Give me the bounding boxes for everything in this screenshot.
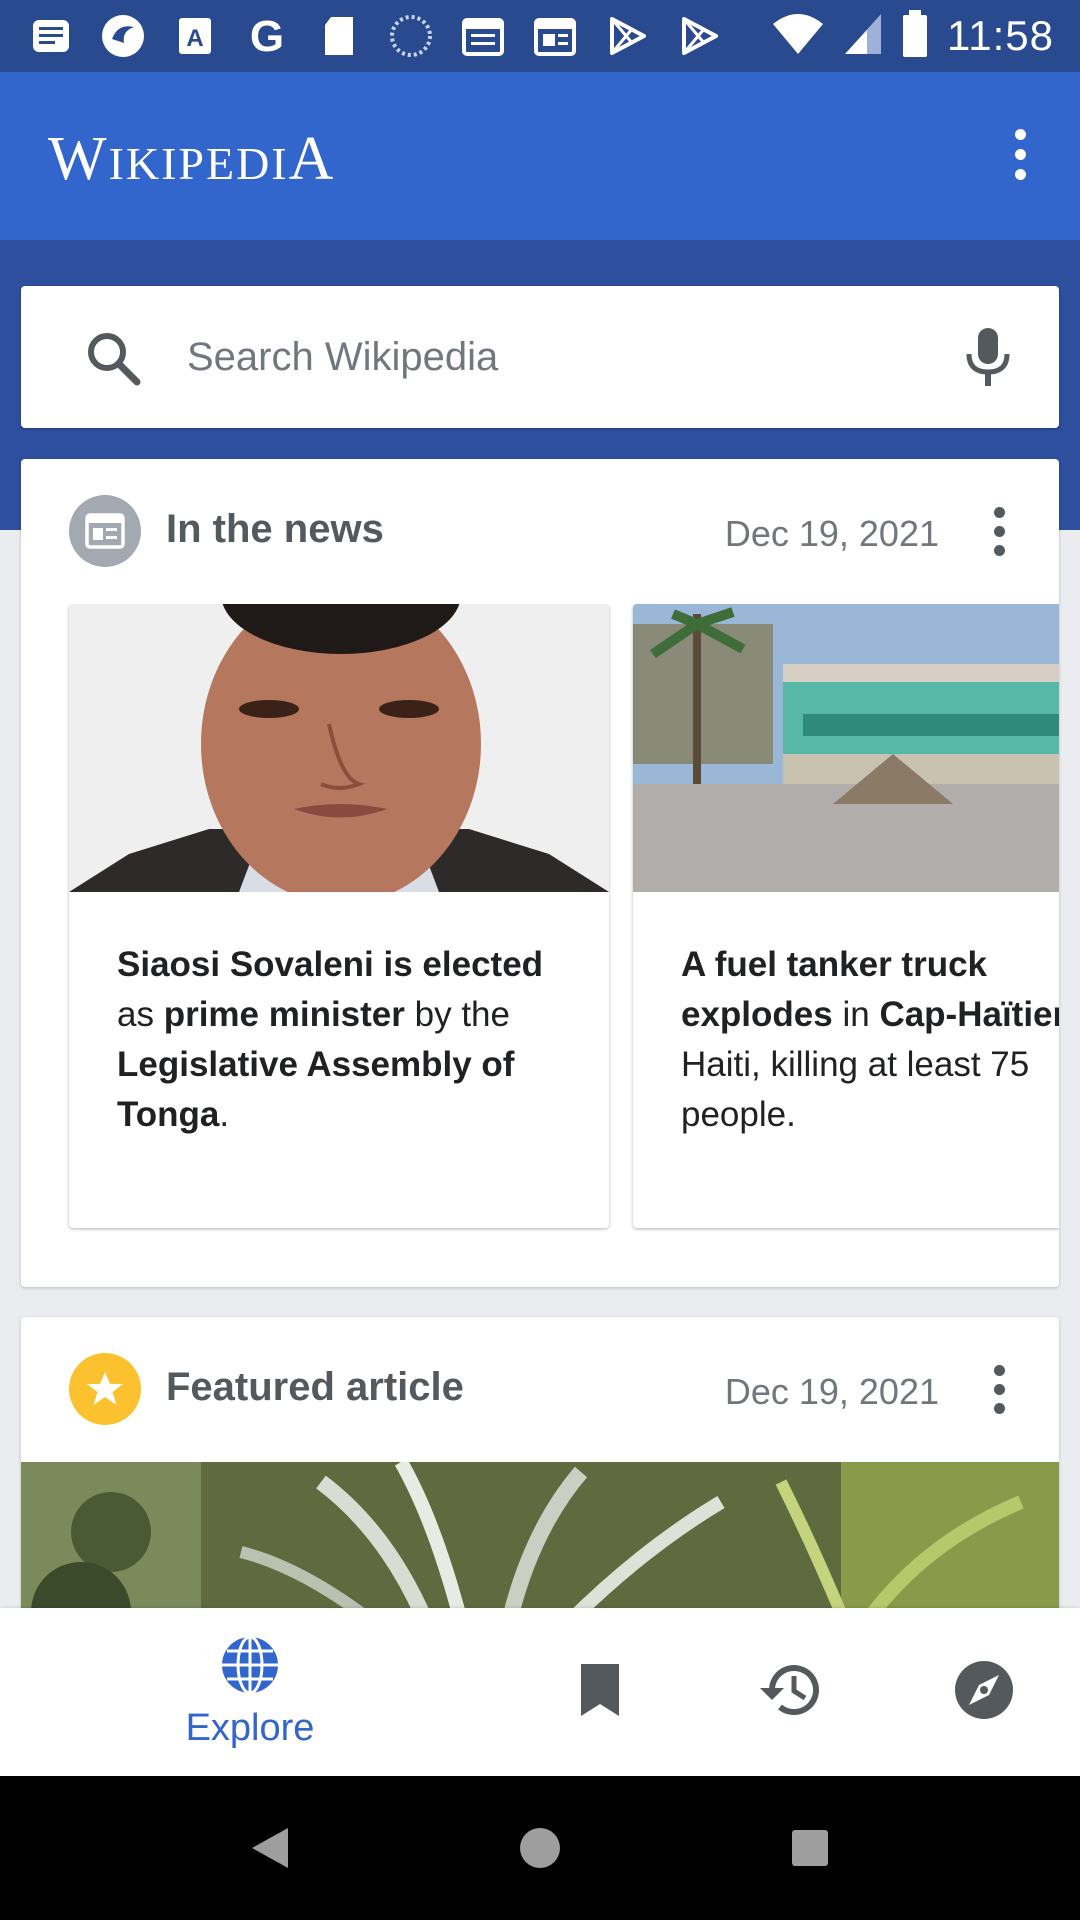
news-image [69, 604, 609, 892]
compass-icon [953, 1659, 1015, 1726]
text-icon: A [170, 13, 220, 59]
star-icon [69, 1353, 141, 1425]
back-icon[interactable] [238, 1816, 302, 1880]
google-icon: G [242, 13, 292, 59]
news-image [633, 604, 1059, 892]
tab-explore[interactable]: Explore [150, 1608, 350, 1776]
loading-icon [386, 13, 436, 59]
news-carousel[interactable]: Siaosi Sovaleni is elected as prime mini… [21, 604, 1059, 1244]
wifi-icon [771, 12, 825, 61]
play-store-icon [602, 13, 652, 59]
in-the-news-card: In the news Dec 19, 2021 Siaosi Sovaleni… [21, 459, 1059, 1287]
card-overflow-icon[interactable] [979, 1359, 1019, 1419]
card-header: In the news Dec 19, 2021 [21, 459, 1059, 607]
play-store-icon [674, 13, 724, 59]
app-bar: WIKIPEDIA [0, 72, 1080, 240]
news-item[interactable]: A fuel tanker truck explodes in Cap-Haït… [633, 604, 1059, 1228]
card-date: Dec 19, 2021 [724, 513, 939, 554]
recent-apps-icon[interactable] [778, 1816, 842, 1880]
news-icon [26, 13, 76, 59]
news-story: A fuel tanker truck explodes in Cap-Haït… [681, 945, 1059, 1134]
search-input[interactable] [187, 326, 947, 388]
tab-history[interactable] [750, 1608, 830, 1776]
status-bar: A G 11:58 [0, 0, 1080, 72]
news-story: Siaosi Sovaleni is elected as prime mini… [117, 945, 544, 1134]
bottom-navigation: Explore [0, 1608, 1080, 1776]
card-overflow-icon[interactable] [979, 501, 1019, 561]
overflow-menu-icon[interactable] [990, 124, 1050, 184]
search-bar[interactable] [21, 286, 1059, 428]
tab-saved[interactable] [560, 1608, 640, 1776]
card-date: Dec 19, 2021 [724, 1371, 939, 1412]
sd-card-icon [314, 13, 364, 59]
home-icon[interactable] [508, 1816, 572, 1880]
newspaper-icon [69, 495, 141, 567]
microphone-icon[interactable] [963, 326, 1013, 388]
featured-article-card[interactable]: Featured article Dec 19, 2021 [21, 1317, 1059, 1617]
calendar-icon [458, 13, 508, 59]
history-icon [758, 1660, 822, 1725]
card-title: In the news [166, 507, 384, 551]
clock: 11:58 [947, 12, 1054, 59]
newspaper-icon [530, 13, 580, 59]
svg-text:A: A [186, 25, 203, 52]
tab-nearby[interactable] [944, 1608, 1024, 1776]
system-navigation-bar [0, 1776, 1080, 1920]
tab-explore-label: Explore [185, 1707, 315, 1749]
signal-icon [843, 12, 883, 61]
globe-icon [219, 1634, 281, 1701]
bookmark-icon [577, 1662, 623, 1723]
system-status: 11:58 [771, 9, 1054, 63]
notification-icons: A G [26, 13, 724, 59]
battery-icon [901, 9, 929, 63]
featured-image [21, 1462, 1059, 1617]
svg-text:G: G [250, 14, 284, 58]
search-icon [85, 330, 141, 386]
app-icon [98, 13, 148, 59]
wikipedia-logo: WIKIPEDIA [48, 125, 336, 193]
card-header: Featured article Dec 19, 2021 [21, 1317, 1059, 1465]
news-item[interactable]: Siaosi Sovaleni is elected as prime mini… [69, 604, 609, 1228]
card-title: Featured article [166, 1365, 464, 1409]
